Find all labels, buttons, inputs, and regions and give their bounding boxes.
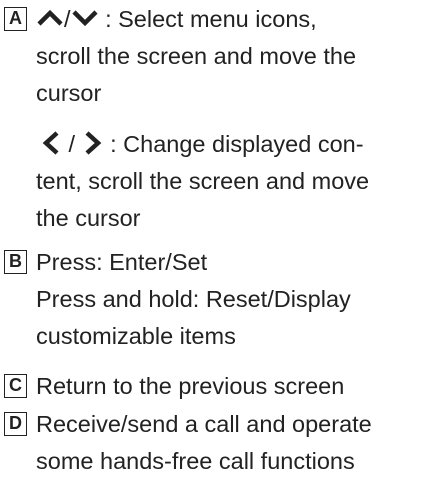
- badge-b: B: [4, 250, 27, 274]
- item-b-line-1: Press: Enter/Set: [36, 249, 208, 275]
- item-a-line-1: / : Select menu icons,: [36, 1, 418, 38]
- item-a-sub-text: / : Change displayed con- tent, scroll t…: [36, 126, 418, 237]
- chevron-up-icon: [37, 9, 63, 26]
- chevron-down-icon: [71, 10, 98, 26]
- badge-d: D: [4, 412, 27, 436]
- chevron-left-icon: [42, 131, 59, 155]
- separator: /: [68, 131, 76, 157]
- manual-page: { "items": { "a": { "badge": "A", "sep":…: [0, 0, 422, 481]
- item-c-line-1: Return to the previous screen: [36, 373, 345, 399]
- item-a-sub-line-1: / : Change displayed con-: [36, 126, 418, 163]
- item-c-text: Return to the previous screen: [36, 368, 418, 405]
- badge-c: C: [4, 374, 27, 398]
- item-a-text: / : Select menu icons, scroll the screen…: [36, 1, 418, 112]
- item-a-line-3: cursor: [36, 80, 102, 106]
- item-a-line-1-text: : Select menu icons,: [105, 6, 317, 32]
- item-a-line-2: scroll the screen and move the: [36, 43, 357, 69]
- chevron-right-icon: [85, 131, 101, 155]
- item-a-sub-line-2: tent, scroll the screen and move: [36, 168, 370, 194]
- badge-a: A: [4, 7, 27, 31]
- item-a-sub-line-1-text: : Change displayed con-: [110, 131, 364, 157]
- item-b-text: Press: Enter/Set Press and hold: Reset/D…: [36, 244, 418, 355]
- item-d-text: Receive/send a call and operate some han…: [36, 406, 418, 480]
- item-b-line-2: Press and hold: Reset/Display: [36, 286, 351, 312]
- item-d-line-2: some hands-free call functions: [36, 448, 355, 474]
- item-b-line-3: customizable items: [36, 323, 236, 349]
- item-a-sub-line-3: the cursor: [36, 205, 141, 231]
- item-d-line-1: Receive/send a call and operate: [36, 411, 372, 437]
